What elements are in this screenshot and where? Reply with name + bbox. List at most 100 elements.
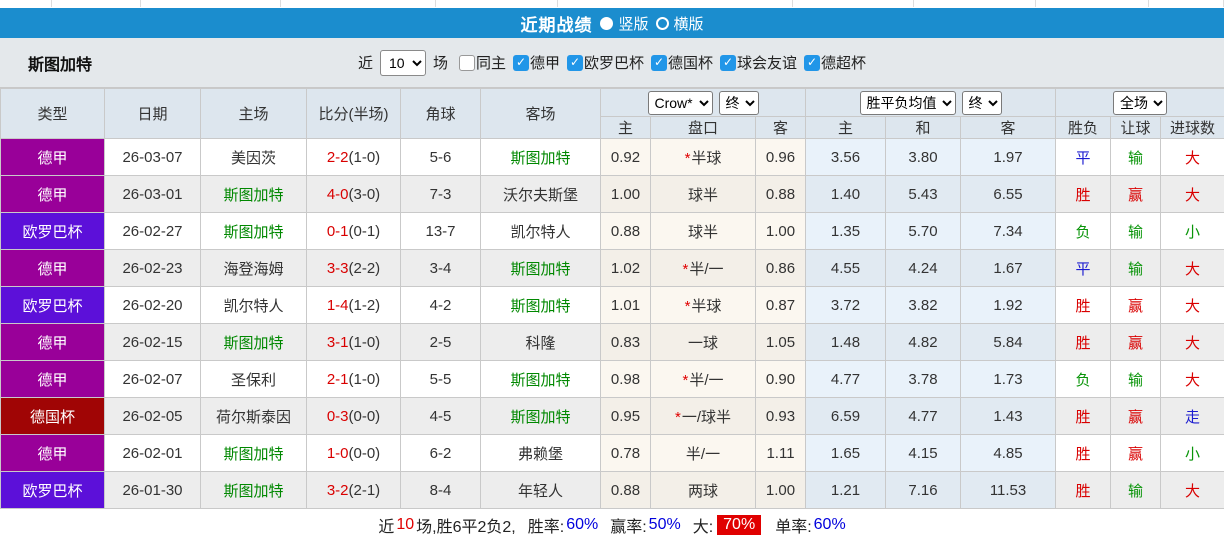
odds-time-select-1[interactable]: 终 <box>718 90 759 115</box>
result-goals: 大 <box>1160 471 1224 509</box>
subheader-goals-result: 进球数 <box>1160 116 1224 139</box>
upset-star-icon: * <box>684 149 691 167</box>
layout-radio-1[interactable] <box>655 16 669 30</box>
handicap-line: *一/球半 <box>650 397 756 435</box>
odds-company-select[interactable]: Crow* <box>647 90 713 115</box>
col-header-date: 日期 <box>104 88 201 139</box>
filter-bar: 斯图加特 近 10 场 同主 德甲 欧罗巴杯 德国杯 球会友谊 德超杯 <box>0 38 1224 88</box>
league-badge: 德甲 <box>0 360 105 398</box>
layout-radio-0[interactable] <box>600 16 614 30</box>
result-wdl: 负 <box>1055 360 1112 398</box>
away-team: 斯图加特 <box>480 138 601 176</box>
match-score: 0-1(0-1) <box>306 212 401 250</box>
handicap-odds-home: 1.02 <box>600 249 651 287</box>
halftime-score: (2-1) <box>348 481 381 499</box>
result-wdl: 胜 <box>1055 397 1112 435</box>
filter-checkbox-1[interactable] <box>512 55 529 71</box>
avg-odds-home: 3.56 <box>805 138 887 176</box>
handicap-odds-away: 0.88 <box>754 175 807 213</box>
scope-select[interactable]: 全场 <box>1113 90 1168 115</box>
league-badge: 德甲 <box>0 323 105 361</box>
subheader-handicap-away: 客 <box>754 116 807 139</box>
avg-odds-away: 1.43 <box>960 397 1057 435</box>
filter-checkbox-2[interactable] <box>567 55 583 71</box>
recent-games-select[interactable]: 10 <box>379 49 426 76</box>
avg-odds-away: 6.55 <box>960 175 1057 213</box>
average-dropdown-group: 胜平负均值终 <box>805 88 1057 117</box>
match-date: 26-03-01 <box>104 175 201 213</box>
match-date: 26-01-30 <box>104 471 201 509</box>
filter-checkbox-label-0: 同主 <box>475 55 506 72</box>
avg-odds-draw: 3.82 <box>885 286 962 324</box>
result-handicap: 输 <box>1110 212 1162 250</box>
avg-odds-select[interactable]: 胜平负均值 <box>859 90 956 115</box>
match-score: 0-3(0-0) <box>306 397 401 435</box>
filter-checkbox-4[interactable] <box>720 55 737 71</box>
fulltime-score: 3-2 <box>326 481 349 499</box>
match-date: 26-02-20 <box>104 286 201 324</box>
avg-odds-away: 11.53 <box>960 471 1057 509</box>
result-wdl: 胜 <box>1055 434 1112 472</box>
avg-odds-home: 4.55 <box>805 249 887 287</box>
layout-radio-label-1[interactable]: 横版 <box>674 13 704 34</box>
match-score: 3-2(2-1) <box>306 471 401 509</box>
subheader-handicap-line: 盘口 <box>650 116 756 139</box>
corner-score: 13-7 <box>400 212 481 250</box>
match-row: 德甲 26-02-15 斯图加特 3-1(1-0) 2-5 科隆 0.83 一球 1.05 1.4… <box>0 323 1224 361</box>
match-score: 4-0(3-0) <box>306 175 401 213</box>
halftime-score: (2-2) <box>348 259 381 277</box>
filter-checkbox-label-2: 欧罗巴杯 <box>584 55 645 72</box>
avg-odds-draw: 4.77 <box>885 397 962 435</box>
result-handicap: 赢 <box>1110 286 1162 324</box>
halftime-score: (1-0) <box>348 148 381 166</box>
subheader-handicap-result: 让球 <box>1110 116 1162 139</box>
col-header-score: 比分(半场) <box>306 88 401 139</box>
home-team: 荷尔斯泰因 <box>200 397 307 435</box>
odds-time-select-2[interactable]: 终 <box>961 90 1002 115</box>
result-goals: 小 <box>1160 434 1224 472</box>
team-name: 斯图加特 <box>28 56 93 74</box>
avg-odds-draw: 7.16 <box>885 471 962 509</box>
subheader-avg-home: 主 <box>805 116 887 139</box>
home-team: 斯图加特 <box>200 434 307 472</box>
filter-checkbox-0[interactable] <box>458 55 475 71</box>
result-handicap: 赢 <box>1110 175 1162 213</box>
titlebar: 近期战绩 竖版 横版 <box>0 8 1224 38</box>
halftime-score: (1-0) <box>348 333 381 351</box>
handicap-odds-away: 0.87 <box>754 286 807 324</box>
handicap-odds-home: 0.83 <box>600 323 651 361</box>
subheader-result: 胜负 <box>1055 116 1112 139</box>
home-team: 斯图加特 <box>200 323 307 361</box>
handicap-odds-home: 0.95 <box>600 397 651 435</box>
win-rate-label: 胜率: <box>527 518 565 536</box>
summary-record: 场,胜6平2负2, <box>416 518 516 536</box>
near-label: 近 <box>357 55 373 72</box>
match-row: 德国杯 26-02-05 荷尔斯泰因 0-3(0-0) 4-5 斯图加特 0.95 *一/球半… <box>0 397 1224 435</box>
layout-radio-label-0[interactable]: 竖版 <box>618 13 648 34</box>
avg-odds-draw: 3.78 <box>885 360 962 398</box>
corner-score: 3-4 <box>400 249 481 287</box>
corner-score: 5-5 <box>400 360 481 398</box>
home-team: 圣保利 <box>200 360 307 398</box>
handicap-odds-home: 1.00 <box>600 175 651 213</box>
away-team: 年轻人 <box>480 471 601 509</box>
big-rate-label: 大: <box>692 518 714 536</box>
filter-checkbox-label-5: 德超杯 <box>821 55 867 72</box>
league-badge: 德甲 <box>0 175 105 213</box>
result-wdl: 平 <box>1055 138 1112 176</box>
win-rate-value: 60% <box>566 515 599 533</box>
result-goals: 大 <box>1160 360 1224 398</box>
layout-radio-group: 竖版 横版 <box>600 13 704 34</box>
match-date: 26-02-23 <box>104 249 201 287</box>
avg-odds-draw: 4.82 <box>885 323 962 361</box>
fulltime-score: 3-3 <box>326 259 349 277</box>
filter-checkbox-3[interactable] <box>651 55 668 71</box>
match-row: 德甲 26-02-07 圣保利 2-1(1-0) 5-5 斯图加特 0.98 *半/一 0.90… <box>0 360 1224 398</box>
single-rate-value: 60% <box>813 515 846 533</box>
top-strip <box>0 0 1224 8</box>
handicap-odds-home: 0.98 <box>600 360 651 398</box>
league-badge: 德甲 <box>0 138 105 176</box>
avg-odds-home: 1.35 <box>805 212 887 250</box>
filter-checkbox-5[interactable] <box>804 55 821 71</box>
avg-odds-home: 6.59 <box>805 397 887 435</box>
